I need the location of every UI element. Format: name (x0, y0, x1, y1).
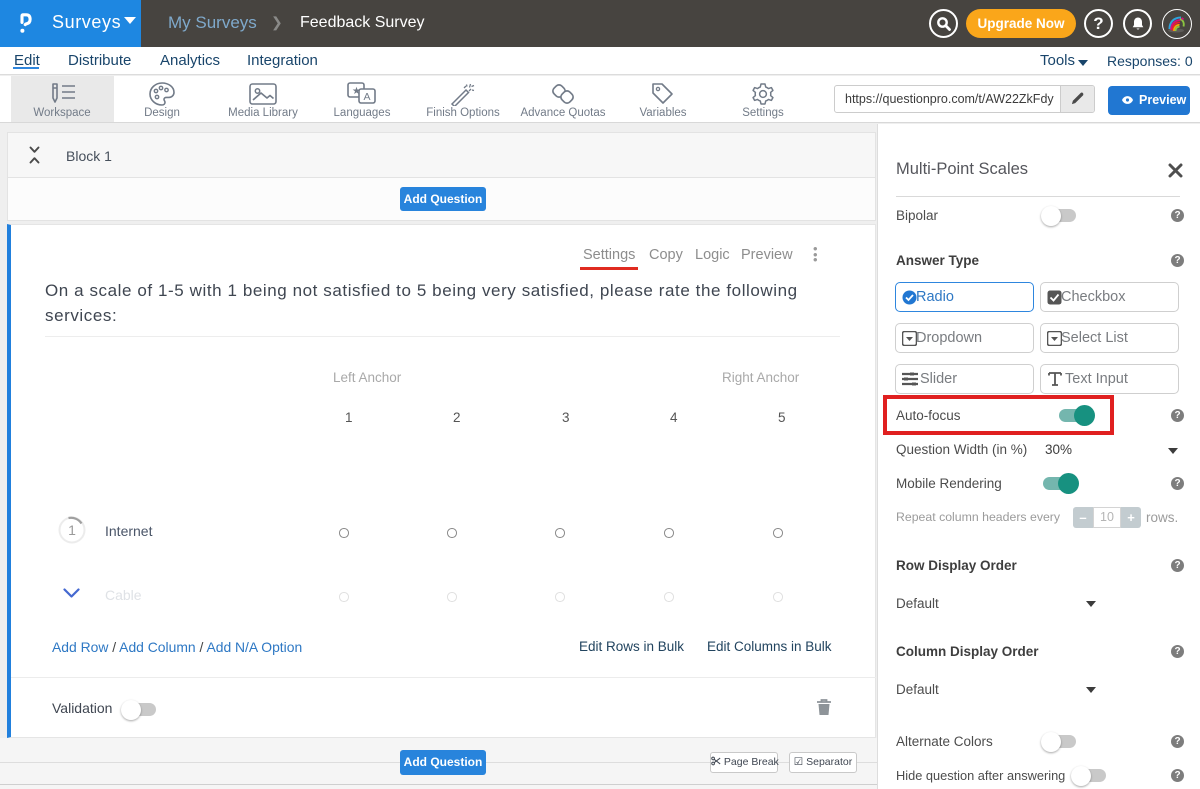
svg-text:A: A (364, 91, 371, 103)
svg-text:1: 1 (68, 522, 76, 538)
